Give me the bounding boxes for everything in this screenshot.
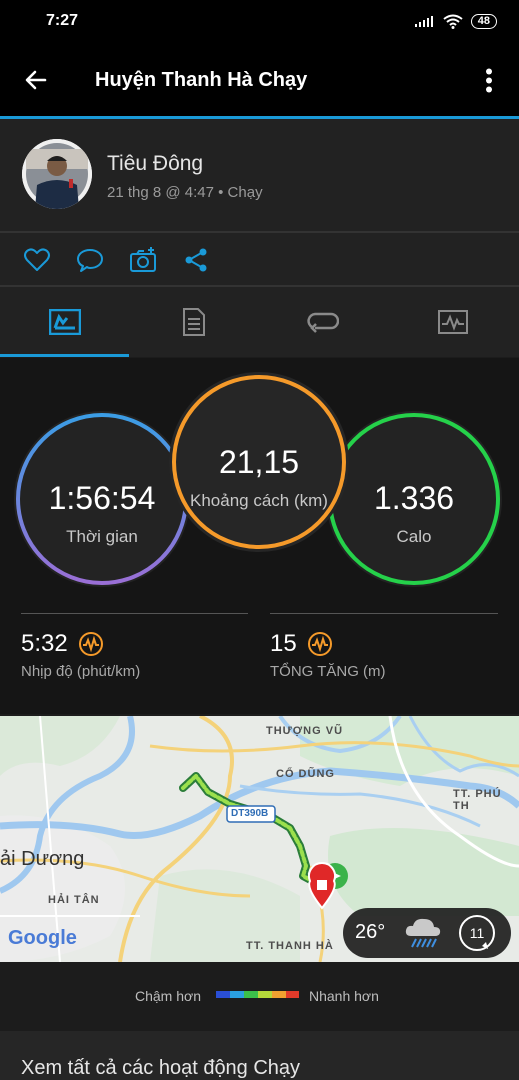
avatar[interactable] bbox=[22, 139, 92, 209]
route-map[interactable]: THƯỢNG VŨ CỔ DŨNG TT. PHÚ TH DT390B ải D… bbox=[0, 716, 519, 962]
tab-bar bbox=[0, 287, 519, 357]
battery-indicator: 48 bbox=[470, 14, 497, 29]
map-label: TT. PHÚ TH bbox=[453, 788, 502, 812]
calories-stat: 1.336 Calo bbox=[326, 480, 502, 547]
ascent-value: 15 bbox=[270, 630, 297, 657]
map-label: CỔ DŨNG bbox=[276, 768, 335, 780]
profile-section: Tiêu Đông 21 thg 8 @ 4:47 • Chạy bbox=[0, 119, 519, 231]
map-label: TT. THANH HÀ bbox=[246, 940, 334, 952]
divider bbox=[21, 613, 248, 614]
pace-color-scale bbox=[216, 991, 299, 998]
distance-value: 21,15 bbox=[218, 444, 300, 480]
divider bbox=[270, 613, 498, 614]
stats-panel: 1:56:54 Thời gian 21,15 Khoảng cách (km)… bbox=[0, 358, 519, 714]
tab-details[interactable] bbox=[129, 287, 258, 357]
heart-icon[interactable] bbox=[23, 246, 51, 274]
action-bar bbox=[0, 233, 519, 285]
google-logo: Google bbox=[8, 927, 77, 949]
page-title: Huyện Thanh Hà Chạy bbox=[95, 69, 308, 91]
legend-faster: Nhanh hơn bbox=[309, 988, 379, 1004]
charts-icon bbox=[437, 310, 468, 334]
camera-add-icon[interactable] bbox=[129, 246, 157, 274]
view-all-link[interactable]: Xem tất cả các hoạt động Chạy bbox=[21, 1057, 300, 1080]
distance-label: Khoảng cách (km) bbox=[190, 491, 328, 510]
status-icons: 48 bbox=[414, 14, 497, 29]
back-arrow-icon[interactable] bbox=[24, 68, 48, 92]
ascent-zone-icon bbox=[307, 632, 332, 656]
time-stat: 1:56:54 Thời gian bbox=[14, 480, 190, 547]
ascent-label: TỔNG TĂNG (m) bbox=[270, 663, 386, 680]
road-label: DT390B bbox=[231, 808, 269, 819]
more-options-icon[interactable] bbox=[480, 68, 498, 94]
pace-legend: Chậm hơn Nhanh hơn bbox=[0, 963, 519, 1031]
calories-label: Calo bbox=[396, 527, 432, 546]
comment-icon[interactable] bbox=[76, 246, 104, 274]
rain-cloud-icon bbox=[405, 918, 441, 948]
pace-stat: 5:32 bbox=[21, 630, 104, 658]
view-all-activities[interactable]: Xem tất cả các hoạt động Chạy bbox=[0, 1031, 519, 1080]
wifi-icon bbox=[443, 14, 463, 29]
user-name[interactable]: Tiêu Đông bbox=[107, 152, 203, 176]
ascent-stat: 15 bbox=[270, 630, 333, 658]
pace-label: Nhịp độ (phút/km) bbox=[21, 663, 141, 680]
summary-icon bbox=[48, 309, 81, 335]
distance-stat: 21,15 Khoảng cách (km) bbox=[170, 444, 348, 511]
activity-date-type: 21 thg 8 @ 4:47 • Chạy bbox=[107, 184, 263, 201]
tab-laps[interactable] bbox=[258, 287, 387, 357]
map-label: THƯỢNG VŨ bbox=[266, 725, 344, 737]
status-bar: 7:27 48 bbox=[0, 0, 519, 44]
tab-charts[interactable] bbox=[388, 287, 517, 357]
app-bar: Huyện Thanh Hà Chạy bbox=[0, 44, 519, 116]
pace-zone-icon bbox=[78, 632, 103, 656]
weather-temperature: 26° bbox=[355, 921, 386, 943]
map-label: HẢI TÂN bbox=[48, 894, 100, 906]
pace-value: 5:32 bbox=[21, 630, 68, 657]
details-icon bbox=[182, 308, 205, 336]
tab-summary[interactable] bbox=[0, 287, 129, 357]
city-label: ải Dương bbox=[0, 848, 85, 870]
legend-slower: Chậm hơn bbox=[135, 988, 201, 1004]
time-value: 1:56:54 bbox=[48, 480, 156, 516]
signal-icon bbox=[414, 15, 433, 27]
wind-speed: 11 bbox=[469, 925, 485, 941]
laps-icon bbox=[306, 312, 339, 333]
status-time: 7:27 bbox=[46, 12, 79, 29]
calories-value: 1.336 bbox=[373, 480, 455, 516]
share-icon[interactable] bbox=[182, 246, 210, 274]
weather-widget: 26° 11 bbox=[343, 908, 511, 958]
time-label: Thời gian bbox=[66, 527, 138, 546]
active-tab-indicator bbox=[0, 354, 129, 357]
